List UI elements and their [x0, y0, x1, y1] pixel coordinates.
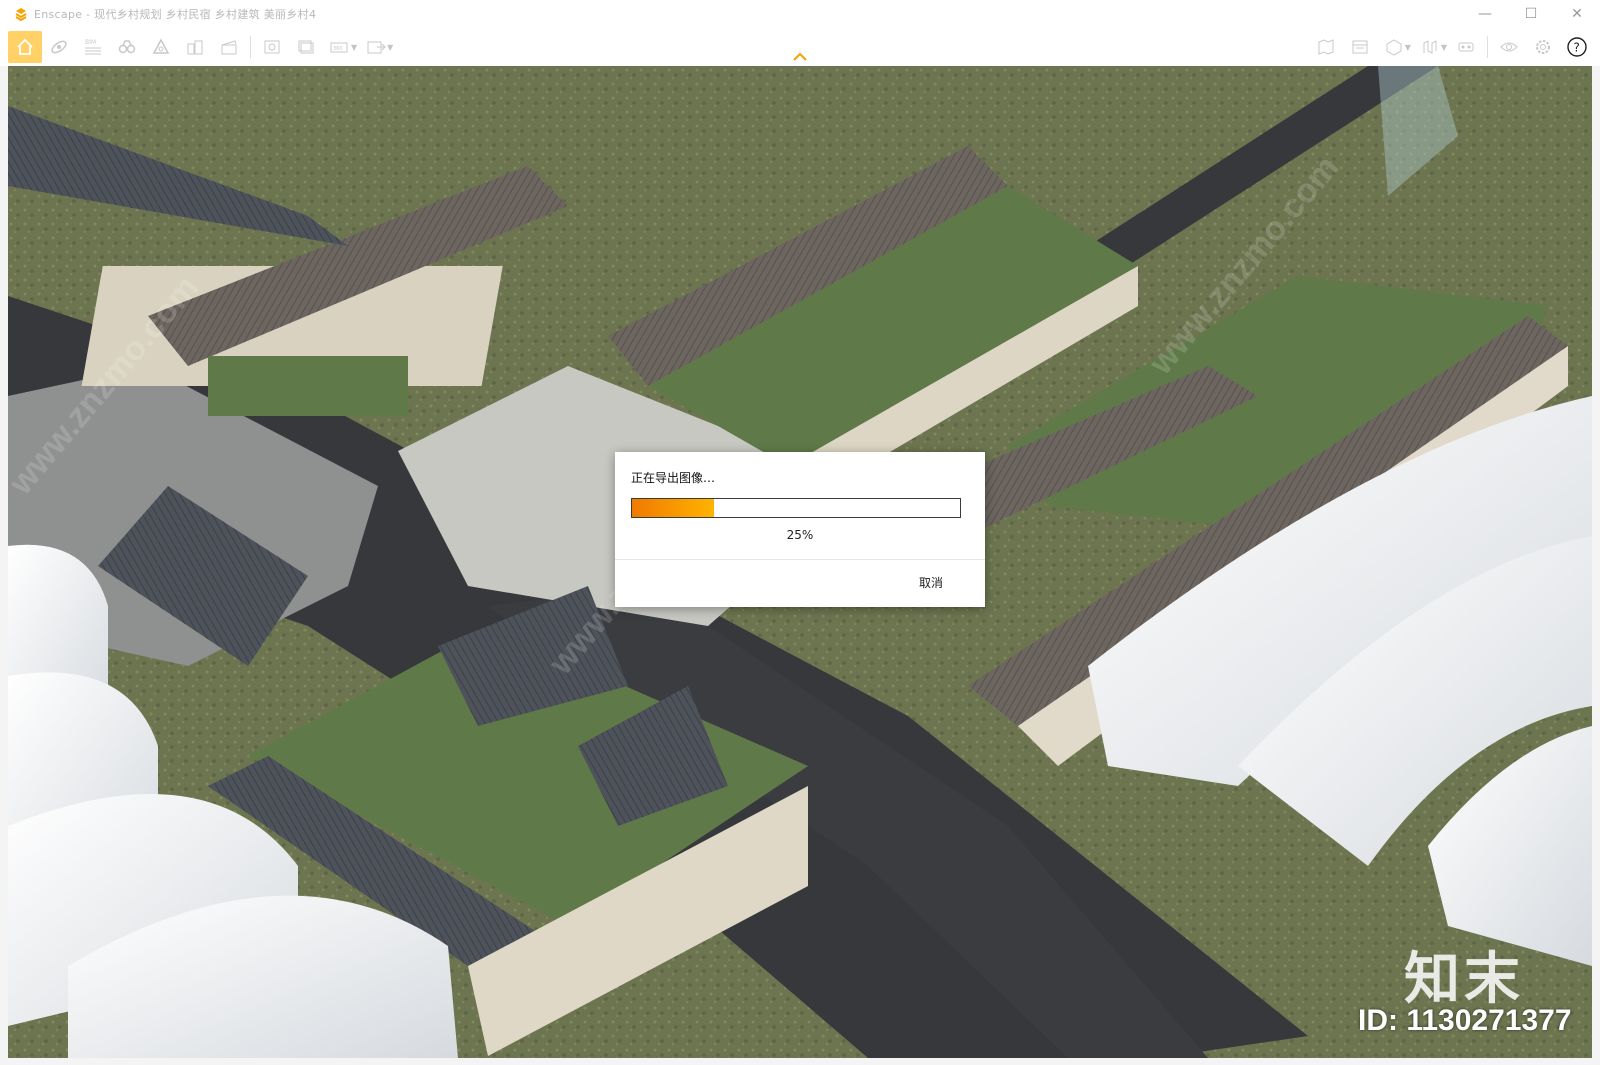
- visual-settings-button[interactable]: [1492, 31, 1526, 63]
- title-bar: Enscape - 现代乡村规划 乡村民宿 乡村建筑 美丽乡村4 — ☐ ✕: [0, 0, 1600, 29]
- export-button[interactable]: [359, 31, 393, 63]
- watermark-logo: 知末: [1404, 947, 1524, 1012]
- map-icon: [1318, 39, 1334, 55]
- viewport-left-border: [0, 66, 8, 1065]
- buildings-icon: [187, 40, 203, 55]
- settings-icon: [1536, 40, 1550, 54]
- asset-library-button[interactable]: [1377, 31, 1411, 63]
- material-button[interactable]: [1413, 31, 1447, 63]
- progress-fill: [632, 499, 714, 517]
- svg-text:?: ?: [1574, 41, 1580, 55]
- view-management-button[interactable]: [1343, 31, 1377, 63]
- toolbar-separator: [1487, 36, 1488, 58]
- bim-icon: BIM: [85, 39, 101, 55]
- viewport-right-border: [1592, 66, 1600, 1065]
- vr-headset-icon: [1458, 42, 1474, 52]
- collapse-toolbar-arrow-icon[interactable]: [792, 52, 808, 62]
- help-icon: ?: [1567, 37, 1587, 57]
- batch-render-button[interactable]: [289, 31, 323, 63]
- toolbar-separator: [250, 36, 251, 58]
- enscape-logo-icon: [14, 7, 28, 21]
- svg-text:BIM: BIM: [85, 39, 96, 46]
- settings-button[interactable]: [1526, 31, 1560, 63]
- binoculars-button[interactable]: [110, 31, 144, 63]
- cancel-button[interactable]: 取消: [905, 570, 957, 594]
- material-icon: [1423, 40, 1437, 54]
- orbit-icon: [51, 40, 67, 54]
- binoculars-icon: [118, 40, 136, 54]
- bim-button[interactable]: BIM: [76, 31, 110, 63]
- buildings-button[interactable]: [178, 31, 212, 63]
- vr-headset-button[interactable]: [1449, 31, 1483, 63]
- orbit-button[interactable]: [42, 31, 76, 63]
- maximize-button[interactable]: ☐: [1508, 0, 1554, 28]
- layers-button[interactable]: [144, 31, 178, 63]
- export-icon: [367, 41, 386, 54]
- panorama-icon: 360: [330, 42, 348, 53]
- svg-text:360: 360: [333, 46, 343, 52]
- batch-render-icon: [298, 40, 314, 54]
- close-button[interactable]: ✕: [1554, 0, 1600, 28]
- minimize-button[interactable]: —: [1462, 0, 1508, 28]
- panorama-button[interactable]: 360: [323, 31, 357, 63]
- clapper-button[interactable]: [212, 31, 246, 63]
- clapper-icon: [221, 40, 237, 55]
- asset-library-icon: [1386, 39, 1402, 56]
- view-management-icon: [1352, 40, 1368, 54]
- layers-icon: [152, 38, 170, 54]
- visual-settings-icon: [1500, 42, 1518, 52]
- home-button[interactable]: [8, 31, 42, 63]
- watermark-id: ID: 1130271377: [1358, 1004, 1572, 1037]
- help-button[interactable]: ?: [1560, 31, 1594, 63]
- progress-bar: [631, 498, 961, 518]
- dialog-title: 正在导出图像…: [631, 471, 716, 485]
- progress-percent: 25%: [786, 528, 814, 542]
- export-progress-dialog: 正在导出图像… 25% 取消: [615, 452, 985, 607]
- screenshot-button[interactable]: [255, 31, 289, 63]
- viewport-bottom-border: [0, 1058, 1600, 1065]
- home-icon: [17, 38, 33, 55]
- window-title: Enscape - 现代乡村规划 乡村民宿 乡村建筑 美丽乡村4: [34, 8, 317, 21]
- map-button[interactable]: [1309, 31, 1343, 63]
- dialog-divider: [615, 559, 985, 560]
- screenshot-icon: [264, 40, 280, 54]
